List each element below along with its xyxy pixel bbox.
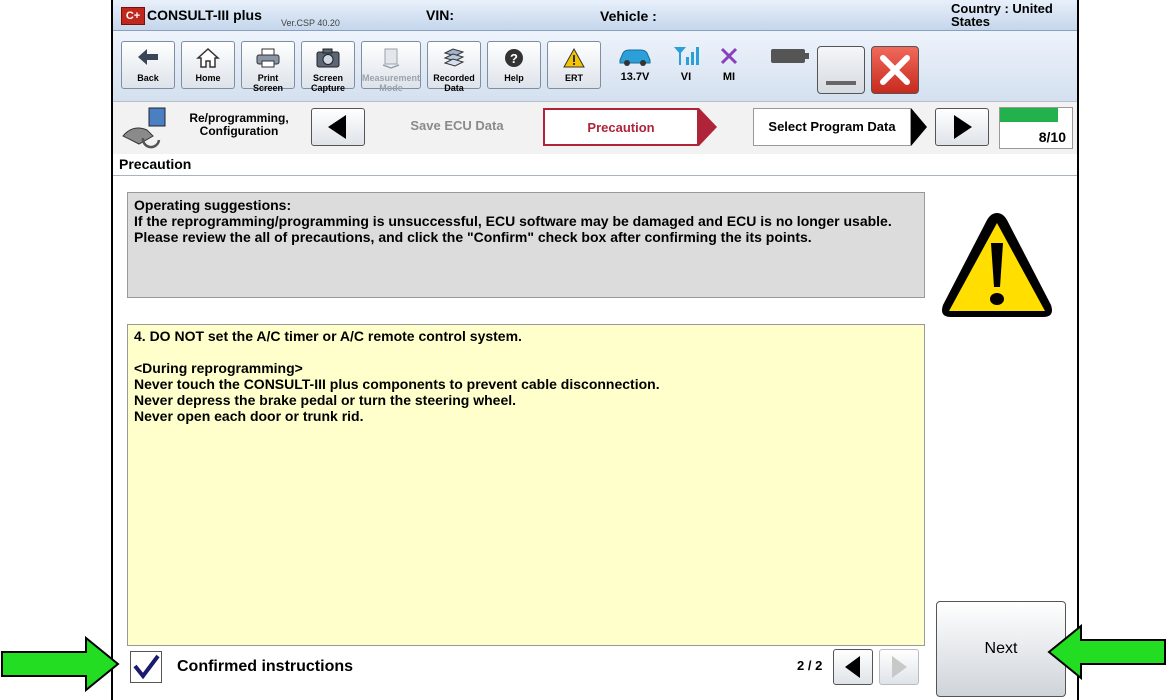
confirm-row: Confirmed instructions 2 / 2 xyxy=(127,647,925,687)
precaution-text-box[interactable]: 4. DO NOT set the A/C timer or A/C remot… xyxy=(127,324,925,646)
measurement-mode-button[interactable]: Measurement Mode xyxy=(361,41,421,93)
page-title: Precaution xyxy=(113,154,1077,176)
confirm-checkbox[interactable] xyxy=(130,651,162,683)
vehicle-label: Vehicle : xyxy=(600,8,657,24)
operating-suggestions-box: Operating suggestions: If the reprogramm… xyxy=(127,192,925,298)
green-arrow-next-icon xyxy=(1047,624,1166,680)
app-logo: C+ xyxy=(121,7,145,25)
step-navigation-bar: Re/programming, Configuration Save ECU D… xyxy=(113,101,1077,155)
precaution-section: <During reprogramming> xyxy=(134,360,303,376)
next-step-button[interactable] xyxy=(935,108,989,146)
app-version: Ver.CSP 40.20 xyxy=(281,18,340,28)
page-next-button[interactable] xyxy=(879,649,919,685)
triangle-left-icon xyxy=(328,115,346,139)
back-label: Back xyxy=(137,73,159,83)
camera-icon xyxy=(302,47,354,73)
checkmark-icon xyxy=(133,654,160,680)
help-icon: ? xyxy=(488,47,540,73)
recorded-data-label: Recorded Data xyxy=(433,73,475,93)
home-icon xyxy=(182,47,234,73)
ert-warning-icon xyxy=(548,47,600,73)
home-label: Home xyxy=(195,73,221,83)
toolbar: Back Home Print Screen Screen Capture Me… xyxy=(113,31,1077,101)
ert-label: ERT xyxy=(565,73,583,83)
back-button[interactable]: Back xyxy=(121,41,175,89)
print-screen-label: Print Screen xyxy=(252,73,284,93)
voltage-label: 13.7V xyxy=(620,71,650,83)
recorded-data-button[interactable]: Recorded Data xyxy=(427,41,481,93)
help-label: Help xyxy=(504,73,524,83)
print-screen-button[interactable]: Print Screen xyxy=(241,41,295,93)
close-icon xyxy=(880,55,910,85)
progress-fill xyxy=(1000,108,1058,122)
page-indicator: 2 / 2 xyxy=(797,658,823,673)
country-label: Country : United States xyxy=(951,1,1053,29)
minimize-icon xyxy=(826,81,856,85)
back-arrow-icon xyxy=(122,47,174,73)
precaution-line-3: Never open each door or trunk rid. xyxy=(134,408,364,424)
printer-icon xyxy=(242,47,294,73)
precaution-item: 4. DO NOT set the A/C timer or A/C remot… xyxy=(134,328,522,344)
triangle-right-icon xyxy=(954,115,972,139)
step-save-ecu-data: Save ECU Data xyxy=(371,108,543,146)
minimize-button[interactable] xyxy=(817,46,865,94)
progress-text: 8/10 xyxy=(1038,129,1066,145)
precaution-line-2: Never depress the brake pedal or turn th… xyxy=(134,392,517,408)
mi-label: MI xyxy=(722,71,736,83)
confirm-label: Confirmed instructions xyxy=(177,658,354,675)
screen-capture-button[interactable]: Screen Capture xyxy=(301,41,355,93)
consult-window: C+ CONSULT-III plus Ver.CSP 40.20 VIN: V… xyxy=(111,0,1079,700)
help-button[interactable]: ? Help xyxy=(487,41,541,89)
page-prev-button[interactable] xyxy=(833,649,873,685)
warning-triangle-icon xyxy=(942,213,1052,317)
svg-text:?: ? xyxy=(510,51,518,66)
green-arrow-checkbox-icon xyxy=(1,636,120,692)
vi-label: VI xyxy=(680,71,692,83)
triangle-left-icon xyxy=(845,656,860,678)
measurement-mode-label: Measurement Mode xyxy=(362,73,421,93)
recorded-data-icon xyxy=(428,47,480,73)
disconnected-x-icon xyxy=(711,45,747,71)
signal-icon xyxy=(668,45,704,71)
battery-voltage-indicator: 13.7V xyxy=(610,45,660,83)
suggestions-line-2: Please review the all of precautions, an… xyxy=(134,229,812,245)
title-bar: C+ CONSULT-III plus Ver.CSP 40.20 VIN: V… xyxy=(113,0,1077,31)
screen-capture-label: Screen Capture xyxy=(310,73,345,93)
vin-label: VIN: xyxy=(426,7,454,23)
mi-indicator: MI xyxy=(711,45,747,83)
battery-icon xyxy=(771,49,809,63)
suggestions-line-1: If the reprogramming/programming is unsu… xyxy=(134,213,892,229)
close-button[interactable] xyxy=(871,46,919,94)
suggestions-heading: Operating suggestions: xyxy=(134,197,292,213)
prev-step-button[interactable] xyxy=(311,108,365,146)
home-button[interactable]: Home xyxy=(181,41,235,89)
step-arrow-icon xyxy=(699,108,717,146)
step-progress: 8/10 xyxy=(999,107,1073,149)
triangle-right-icon xyxy=(892,656,907,678)
step-precaution-current: Precaution xyxy=(543,108,699,146)
main-content: Operating suggestions: If the reprogramm… xyxy=(113,177,1077,700)
flow-label: Re/programming, Configuration xyxy=(189,111,289,138)
vi-indicator: VI xyxy=(668,45,704,83)
reprogramming-icon xyxy=(122,107,166,149)
ert-button[interactable]: ERT xyxy=(547,41,601,89)
car-icon xyxy=(610,45,660,71)
app-title: CONSULT-III plus xyxy=(147,7,262,23)
precaution-line-1: Never touch the CONSULT-III plus compone… xyxy=(134,376,660,392)
step-select-program-data: Select Program Data xyxy=(753,108,911,146)
measurement-icon xyxy=(362,47,420,73)
step-arrow-icon xyxy=(911,108,927,146)
